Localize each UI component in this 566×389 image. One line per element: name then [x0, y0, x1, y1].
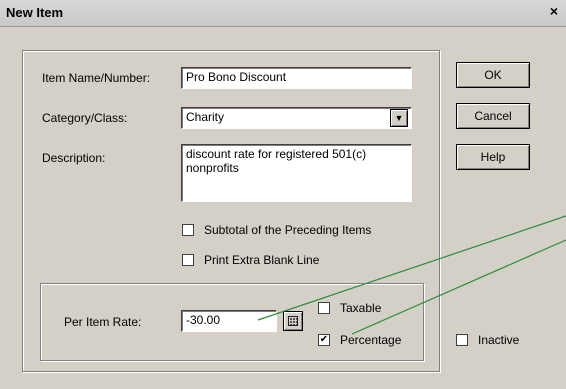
inactive-label: Inactive [478, 333, 520, 347]
per-item-rate-input[interactable]: -30.00 [181, 310, 277, 332]
per-item-rate-label: Per Item Rate: [64, 315, 142, 329]
description-label: Description: [42, 151, 106, 165]
window-title: New Item [6, 5, 64, 20]
item-name-label: Item Name/Number: [42, 71, 151, 85]
description-textarea[interactable]: discount rate for registered 501(c) nonp… [181, 144, 412, 202]
title-bar[interactable]: New Item × [0, 0, 566, 27]
close-icon[interactable]: × [546, 3, 562, 19]
category-label: Category/Class: [42, 111, 128, 125]
blank-line-checkbox[interactable] [182, 254, 194, 266]
inactive-checkbox[interactable] [456, 334, 468, 346]
calculator-grid [288, 316, 298, 326]
subtotal-label: Subtotal of the Preceding Items [204, 223, 372, 237]
blank-line-label: Print Extra Blank Line [204, 253, 320, 267]
percentage-label: Percentage [340, 333, 402, 347]
percentage-checkbox[interactable]: ✔ [318, 334, 330, 346]
cancel-button[interactable]: Cancel [456, 103, 530, 129]
category-select[interactable]: Charity [181, 107, 412, 129]
subtotal-checkbox[interactable] [182, 224, 194, 236]
taxable-label: Taxable [340, 301, 382, 315]
new-item-dialog: New Item × Item Name/Number: Pro Bono Di… [0, 0, 566, 389]
calculator-icon[interactable] [283, 311, 303, 331]
ok-button[interactable]: OK [456, 62, 530, 88]
checkmark-icon: ✔ [319, 334, 329, 345]
help-button[interactable]: Help [456, 144, 530, 170]
item-name-input[interactable]: Pro Bono Discount [181, 67, 412, 89]
chevron-down-icon[interactable]: ▼ [390, 109, 408, 127]
taxable-checkbox[interactable] [318, 302, 330, 314]
